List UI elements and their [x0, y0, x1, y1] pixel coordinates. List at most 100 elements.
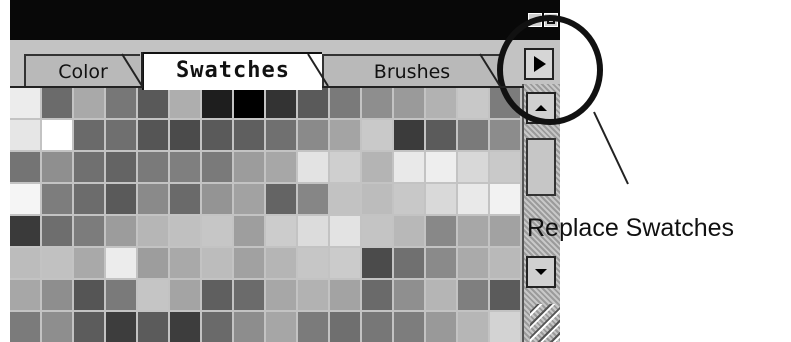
color-swatch[interactable]: [170, 248, 200, 278]
color-swatch[interactable]: [298, 152, 328, 182]
color-swatch[interactable]: [426, 312, 456, 342]
color-swatch[interactable]: [138, 88, 168, 118]
color-swatch[interactable]: [10, 184, 40, 214]
tab-swatches[interactable]: Swatches: [142, 52, 322, 90]
scroll-up-arrow-icon[interactable]: [526, 92, 556, 124]
color-swatch[interactable]: [458, 152, 488, 182]
color-swatch[interactable]: [458, 312, 488, 342]
color-swatch[interactable]: [138, 216, 168, 246]
color-swatch[interactable]: [106, 120, 136, 150]
color-swatch[interactable]: [330, 184, 360, 214]
color-swatch[interactable]: [330, 216, 360, 246]
color-swatch[interactable]: [10, 280, 40, 310]
color-swatch[interactable]: [106, 88, 136, 118]
color-swatch[interactable]: [490, 152, 520, 182]
color-swatch[interactable]: [42, 120, 72, 150]
color-swatch[interactable]: [426, 248, 456, 278]
color-swatch[interactable]: [298, 280, 328, 310]
color-swatch[interactable]: [138, 152, 168, 182]
color-swatch[interactable]: [106, 280, 136, 310]
color-swatch[interactable]: [362, 152, 392, 182]
tab-brushes[interactable]: Brushes: [322, 54, 500, 88]
color-swatch[interactable]: [42, 216, 72, 246]
color-swatch[interactable]: [394, 248, 424, 278]
tab-color[interactable]: Color: [24, 54, 140, 88]
color-swatch[interactable]: [106, 152, 136, 182]
color-swatch[interactable]: [234, 184, 264, 214]
color-swatch[interactable]: [42, 312, 72, 342]
scroll-thumb[interactable]: [526, 138, 556, 196]
color-swatch[interactable]: [106, 184, 136, 214]
color-swatch[interactable]: [234, 312, 264, 342]
color-swatch[interactable]: [202, 88, 232, 118]
color-swatch[interactable]: [202, 152, 232, 182]
color-swatch[interactable]: [298, 120, 328, 150]
color-swatch[interactable]: [394, 88, 424, 118]
color-swatch[interactable]: [10, 120, 40, 150]
color-swatch[interactable]: [330, 152, 360, 182]
color-swatch[interactable]: [426, 88, 456, 118]
scroll-down-arrow-icon[interactable]: [526, 256, 556, 288]
color-swatch[interactable]: [170, 120, 200, 150]
color-swatch[interactable]: [426, 216, 456, 246]
color-swatch[interactable]: [362, 184, 392, 214]
color-swatch[interactable]: [202, 216, 232, 246]
color-swatch[interactable]: [458, 184, 488, 214]
color-swatch[interactable]: [74, 88, 104, 118]
resize-grip-icon[interactable]: [530, 304, 560, 342]
color-swatch[interactable]: [42, 184, 72, 214]
color-swatch[interactable]: [330, 312, 360, 342]
color-swatch[interactable]: [74, 248, 104, 278]
color-swatch[interactable]: [10, 312, 40, 342]
color-swatch[interactable]: [74, 312, 104, 342]
color-swatch[interactable]: [362, 216, 392, 246]
color-swatch[interactable]: [138, 248, 168, 278]
close-box-icon[interactable]: [544, 13, 558, 27]
color-swatch[interactable]: [74, 152, 104, 182]
color-swatch[interactable]: [106, 216, 136, 246]
color-swatch[interactable]: [202, 280, 232, 310]
color-swatch[interactable]: [394, 184, 424, 214]
color-swatch[interactable]: [298, 312, 328, 342]
color-swatch[interactable]: [266, 88, 296, 118]
color-swatch[interactable]: [138, 184, 168, 214]
color-swatch[interactable]: [138, 312, 168, 342]
color-swatch[interactable]: [170, 216, 200, 246]
color-swatch[interactable]: [394, 120, 424, 150]
color-swatch[interactable]: [458, 120, 488, 150]
color-swatch[interactable]: [170, 312, 200, 342]
color-swatch[interactable]: [330, 248, 360, 278]
color-swatch[interactable]: [298, 88, 328, 118]
color-swatch[interactable]: [202, 248, 232, 278]
color-swatch[interactable]: [10, 248, 40, 278]
color-swatch[interactable]: [362, 120, 392, 150]
color-swatch[interactable]: [266, 120, 296, 150]
color-swatch[interactable]: [202, 312, 232, 342]
color-swatch[interactable]: [266, 152, 296, 182]
color-swatch[interactable]: [362, 280, 392, 310]
color-swatch[interactable]: [490, 248, 520, 278]
color-swatch[interactable]: [362, 248, 392, 278]
color-swatch[interactable]: [42, 88, 72, 118]
color-swatch[interactable]: [490, 88, 520, 118]
color-swatch[interactable]: [458, 216, 488, 246]
color-swatch[interactable]: [74, 184, 104, 214]
color-swatch[interactable]: [458, 88, 488, 118]
color-swatch[interactable]: [170, 184, 200, 214]
color-swatch[interactable]: [394, 216, 424, 246]
color-swatch[interactable]: [426, 152, 456, 182]
color-swatch[interactable]: [234, 152, 264, 182]
color-swatch[interactable]: [426, 280, 456, 310]
color-swatch[interactable]: [266, 312, 296, 342]
color-swatch[interactable]: [266, 280, 296, 310]
color-swatch[interactable]: [234, 248, 264, 278]
color-swatch[interactable]: [426, 184, 456, 214]
palette-menu-arrow-button[interactable]: [524, 48, 554, 80]
color-swatch[interactable]: [106, 312, 136, 342]
color-swatch[interactable]: [10, 216, 40, 246]
color-swatch[interactable]: [490, 312, 520, 342]
color-swatch[interactable]: [74, 216, 104, 246]
color-swatch[interactable]: [330, 120, 360, 150]
color-swatch[interactable]: [298, 184, 328, 214]
color-swatch[interactable]: [266, 248, 296, 278]
